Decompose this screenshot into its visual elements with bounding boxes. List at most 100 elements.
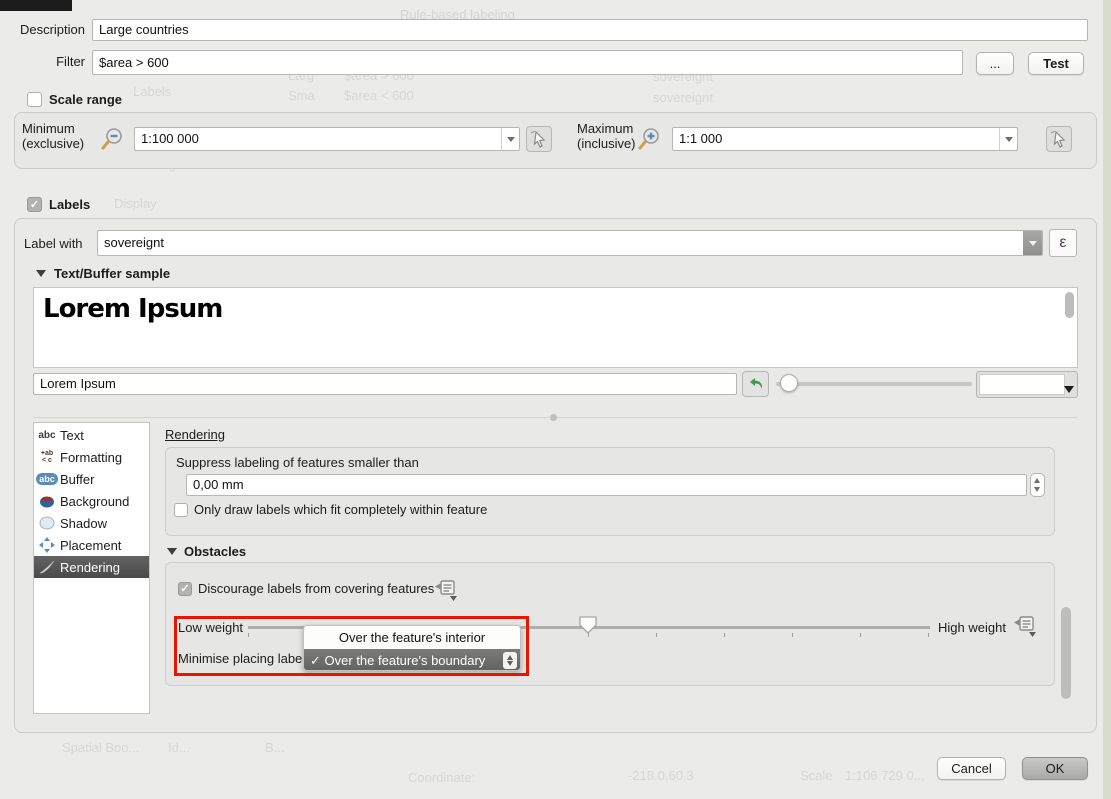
description-label: Description [0, 22, 85, 37]
sidebar-item-label: Formatting [60, 450, 122, 465]
scale-range-checkbox[interactable] [27, 92, 42, 107]
filter-input[interactable]: $area > 600 [92, 50, 963, 75]
minimum-scale-dropdown-button[interactable] [501, 128, 519, 150]
suppress-spinner-buttons[interactable] [1030, 473, 1045, 497]
fit-within-feature-checkbox[interactable] [174, 503, 188, 517]
sample-size-slider-handle[interactable] [780, 374, 798, 392]
slider-tick [860, 633, 861, 637]
filter-test-button[interactable]: Test [1028, 52, 1084, 75]
zoom-out-icon [100, 126, 126, 157]
suppress-label: Suppress labeling of features smaller th… [176, 455, 419, 470]
checkmark-icon: ✓ [180, 583, 189, 595]
ghost-coord-value: -218.0,60.3 [628, 768, 694, 783]
minimum-map-scale-button[interactable] [526, 126, 552, 152]
ok-button[interactable]: OK [1022, 757, 1088, 780]
maximum-scale-value: 1:1 000 [679, 131, 722, 146]
sample-size-slider-track[interactable] [776, 382, 972, 386]
maximum-scale-dropdown-button[interactable] [999, 128, 1017, 150]
label-with-combo[interactable]: sovereignt [97, 230, 1043, 256]
minimum-label: Minimum [22, 121, 75, 136]
ghost-scale: Scale [800, 768, 833, 783]
sidebar-item-placement[interactable]: Placement [34, 534, 149, 556]
ghost-row2-label: Sma [288, 88, 315, 103]
labels-label: Labels [49, 197, 90, 212]
filter-label: Filter [0, 54, 85, 69]
edit-rule-dialog: Rule-based labeling Label Rule Min. scal… [0, 0, 1111, 799]
preview-scrollbar-thumb[interactable] [1065, 292, 1074, 318]
data-defined-override-icon[interactable] [1013, 615, 1039, 639]
data-defined-override-icon[interactable] [434, 579, 460, 603]
panel-title: Rendering [165, 427, 225, 442]
ghost-display: Display [114, 196, 157, 211]
cursor-icon [527, 127, 551, 151]
sidebar-item-rendering[interactable]: Rendering [34, 556, 149, 578]
label-with-label: Label with [24, 236, 83, 251]
minimum-scale-combo[interactable]: 1:100 000 [134, 127, 520, 151]
cancel-button[interactable]: Cancel [937, 757, 1006, 780]
maximum-map-scale-button[interactable] [1046, 126, 1072, 152]
discourage-label: Discourage labels from covering features [198, 581, 434, 596]
sidebar-item-formatting[interactable]: +ab< c Formatting [34, 446, 149, 468]
discourage-checkbox[interactable]: ✓ [178, 582, 192, 596]
expression-epsilon-button[interactable]: ε [1049, 229, 1077, 257]
sample-reset-button[interactable] [742, 371, 769, 397]
spinner-down-icon [1034, 487, 1040, 492]
sample-section-header: Text/Buffer sample [54, 266, 170, 281]
sidebar-item-background[interactable]: Background [34, 490, 149, 512]
label-with-dropdown-button[interactable] [1023, 230, 1043, 256]
panel-scrollbar-thumb[interactable] [1061, 607, 1071, 699]
brush-icon [34, 560, 60, 574]
text-sample-preview[interactable]: Lorem Ipsum [33, 287, 1078, 368]
splitter-handle[interactable] [550, 414, 557, 421]
background-icon [34, 494, 60, 508]
screen-corner-bar [0, 0, 72, 11]
chevron-down-icon [1005, 137, 1013, 142]
ghost-b: B... [265, 740, 285, 755]
collapse-triangle-icon[interactable] [36, 270, 46, 277]
chevron-down-icon [1029, 241, 1037, 246]
labels-checkbox[interactable]: ✓ [27, 197, 42, 212]
slider-tick [792, 633, 793, 637]
placement-icon [34, 537, 60, 553]
dropdown-arrow-icon [1064, 386, 1074, 393]
sidebar-item-buffer[interactable]: abc Buffer [34, 468, 149, 490]
slider-tick [928, 633, 929, 637]
ghost-coordinate: Coordinate: [408, 770, 475, 785]
high-weight-label: High weight [938, 620, 1006, 635]
description-input[interactable]: Large countries [92, 19, 1088, 41]
sample-scale-combo[interactable] [976, 371, 1078, 398]
weight-slider-handle[interactable] [578, 615, 598, 640]
sample-scale-value [979, 374, 1065, 395]
map-canvas-edge [1103, 0, 1111, 799]
sidebar-item-text[interactable]: abc Text [34, 424, 149, 446]
obstacles-header: Obstacles [184, 544, 246, 559]
ghost-row2-rule: $area < 600 [344, 88, 414, 103]
ghost-labels: Labels [133, 84, 171, 99]
fit-within-feature-label: Only draw labels which fit completely wi… [194, 502, 487, 517]
sidebar-item-label: Rendering [60, 560, 120, 575]
maximum-sublabel: (inclusive) [577, 136, 636, 151]
sample-preview-text: Lorem Ipsum [43, 294, 222, 324]
ghost-scale-value: 1:106 729 0... [845, 768, 925, 783]
chevron-down-icon [507, 137, 515, 142]
minimum-scale-value: 1:100 000 [141, 131, 199, 146]
ghost-row2-text: sovereignt [653, 90, 713, 105]
sidebar-item-label: Shadow [60, 516, 107, 531]
shadow-icon [34, 516, 60, 530]
collapse-triangle-icon[interactable] [167, 548, 177, 555]
scale-range-label: Scale range [49, 92, 122, 107]
maximum-scale-combo[interactable]: 1:1 000 [672, 127, 1018, 151]
epsilon-icon: ε [1059, 234, 1066, 251]
buffer-icon: abc [34, 473, 60, 485]
formatting-icon: +ab< c [34, 450, 60, 464]
sidebar-item-label: Buffer [60, 472, 94, 487]
cursor-icon [1047, 127, 1071, 151]
sample-text-input[interactable]: Lorem Ipsum [33, 373, 737, 395]
sidebar-item-label: Placement [60, 538, 121, 553]
filter-expression-button[interactable]: ... [976, 52, 1014, 75]
suppress-spinbox[interactable]: 0,00 mm [186, 474, 1027, 496]
slider-tick [656, 633, 657, 637]
sidebar-item-shadow[interactable]: Shadow [34, 512, 149, 534]
ghost-spatial: Spatial Boo... [62, 740, 139, 755]
sidebar-item-label: Text [60, 428, 84, 443]
